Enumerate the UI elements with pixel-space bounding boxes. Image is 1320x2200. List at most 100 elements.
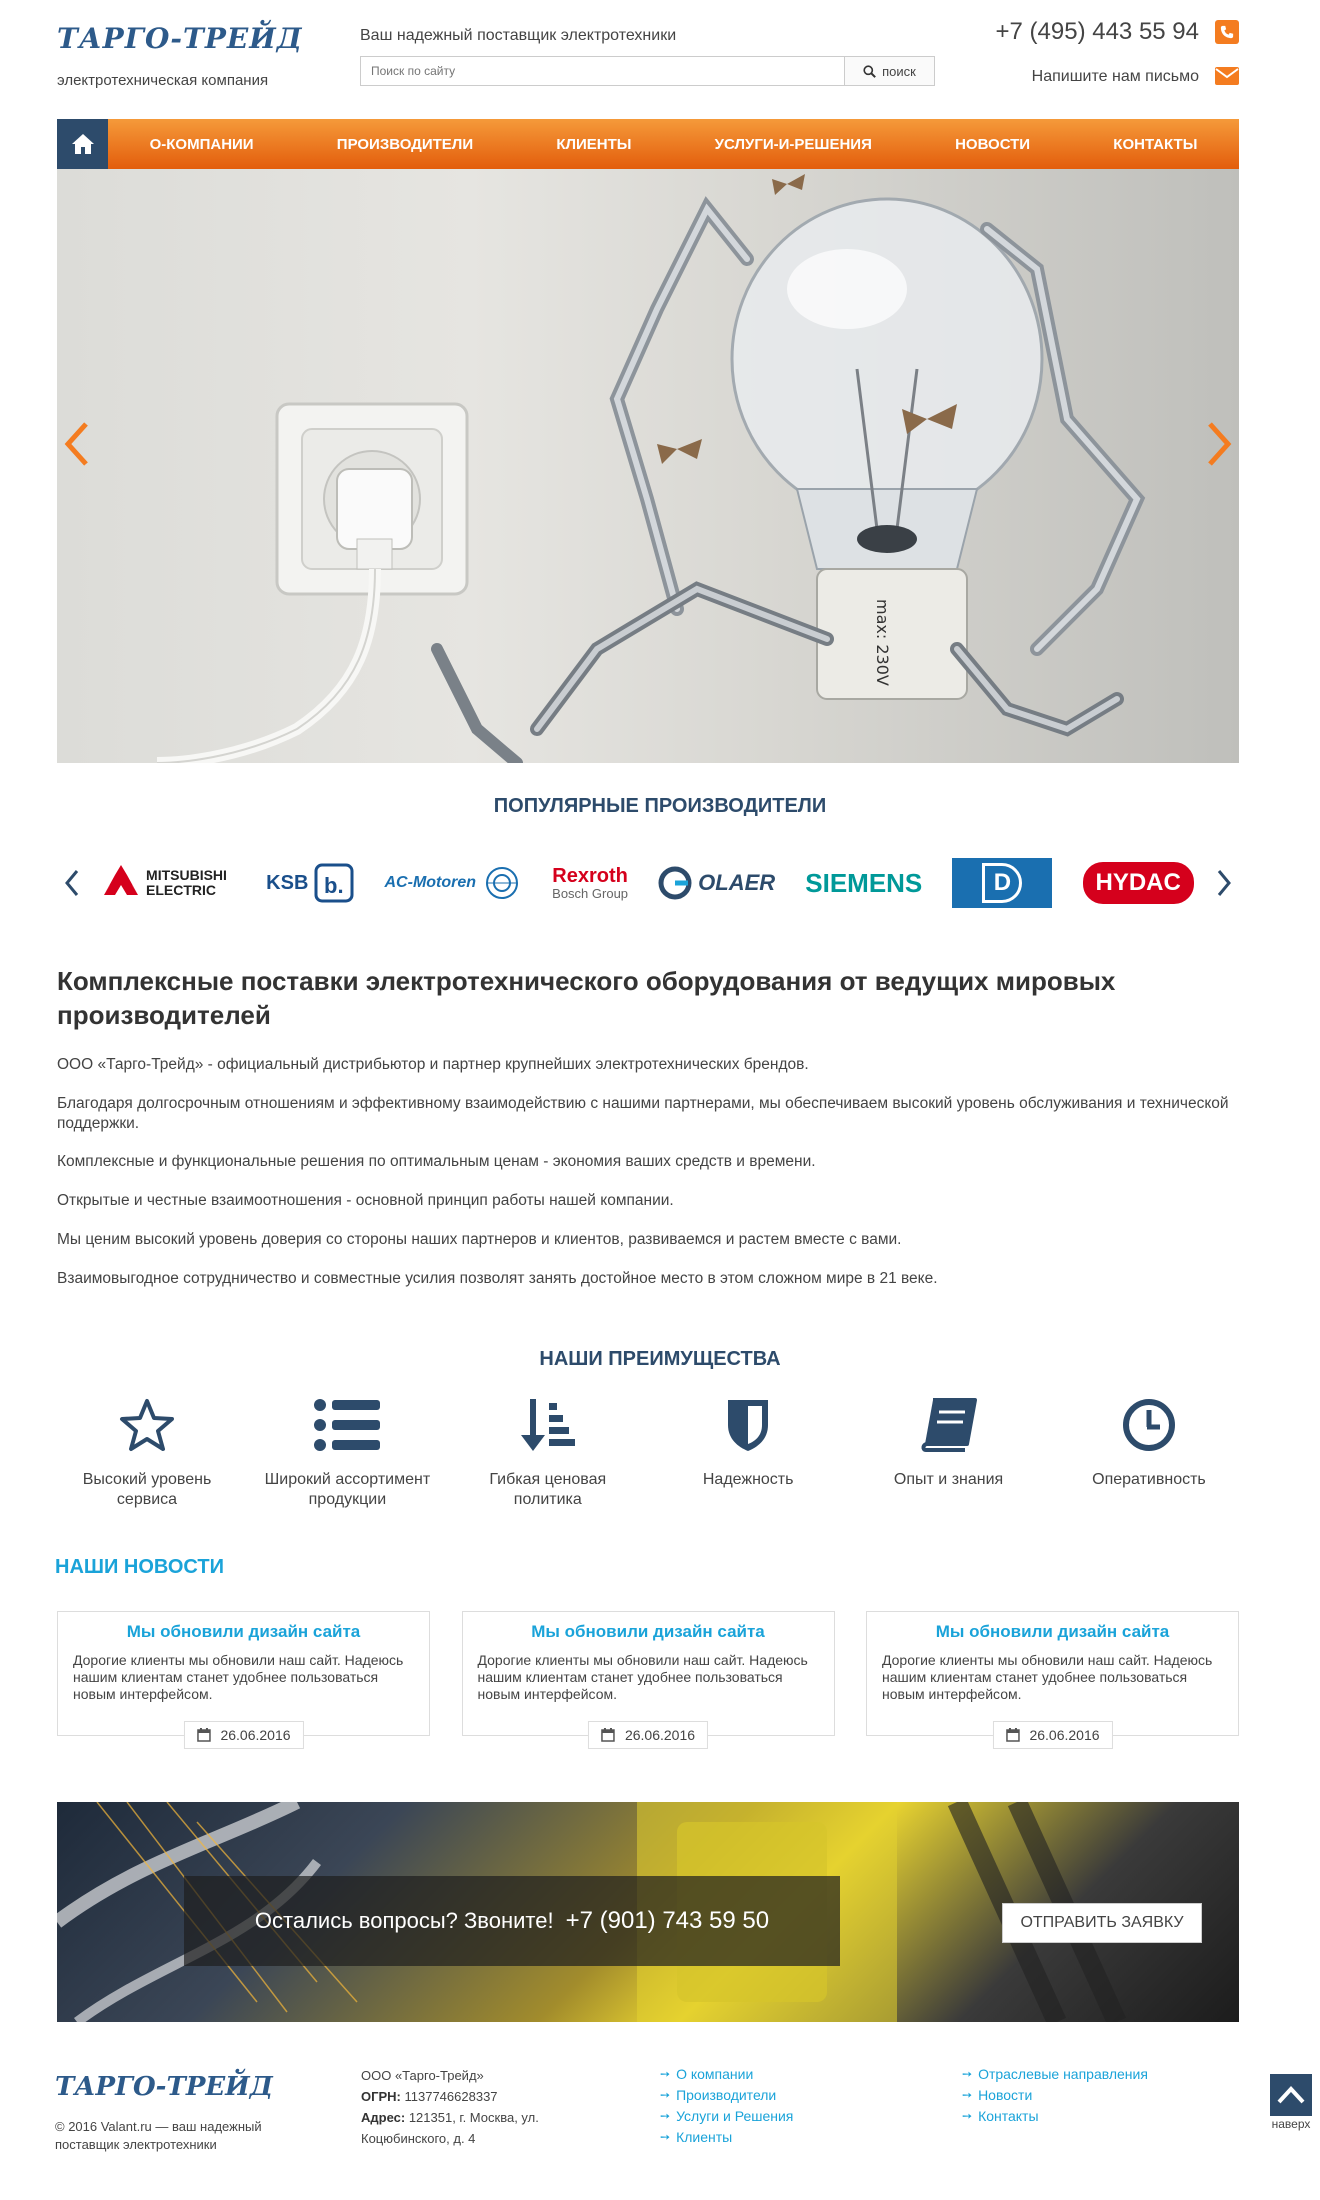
cta-banner: Остались вопросы? Звоните! +7 (901) 743 … <box>57 1802 1239 2022</box>
clock-icon <box>1122 1399 1175 1451</box>
footer-link-services[interactable]: Услуги и Решения <box>660 2106 793 2127</box>
brand-name: HYDAC <box>1095 869 1181 896</box>
nav-item-about[interactable]: О-КОМПАНИИ <box>150 136 254 153</box>
footer-logo[interactable]: ТАРГО-ТРЕЙД <box>55 2072 273 2102</box>
about-paragraph: Благодаря долгосрочным отношениям и эффе… <box>57 1095 1229 1132</box>
chevron-up-icon <box>1277 2086 1305 2104</box>
book-icon <box>921 1398 977 1452</box>
brand-list: MITSUBISHI ELECTRIC KSB b. AC-Motoren Re… <box>87 858 1209 908</box>
brand-name: Rexroth <box>552 864 628 887</box>
address-label: Адрес: <box>361 2110 406 2125</box>
advantage-item: Высокий уровень сервиса <box>57 1395 237 1510</box>
brand-name: OLAER <box>698 870 776 895</box>
news-card[interactable]: Мы обновили дизайн сайта Дорогие клиенты… <box>461 1611 835 1749</box>
news-card-title[interactable]: Мы обновили дизайн сайта <box>882 1622 1223 1642</box>
brands-prev-button[interactable] <box>57 869 87 897</box>
scroll-to-top-button[interactable] <box>1270 2074 1312 2116</box>
advantage-item: Гибкая ценовая политика <box>458 1395 638 1510</box>
brands-next-button[interactable] <box>1209 869 1239 897</box>
about-paragraph: Мы ценим высокий уровень доверия со стор… <box>57 1231 902 1248</box>
cta-phone[interactable]: +7 (901) 743 59 50 <box>566 1907 770 1935</box>
chevron-left-icon <box>65 870 79 896</box>
footer-company-info: ООО «Тарго-Трейд» ОГРН: 1137746628337 Ад… <box>361 2065 581 2149</box>
write-us-link[interactable]: Напишите нам письмо <box>1032 68 1199 86</box>
calendar-icon <box>601 1728 615 1742</box>
nav-items: О-КОМПАНИИ ПРОИЗВОДИТЕЛИ КЛИЕНТЫ УСЛУГИ-… <box>108 136 1239 153</box>
about-paragraph: Комплексные и функциональные решения по … <box>57 1153 816 1170</box>
hero-image: max: 230V <box>156 174 1146 763</box>
chevron-left-icon <box>64 422 88 466</box>
motor-icon <box>486 867 519 899</box>
advantages-title: НАШИ ПРЕИМУЩЕСТВА <box>539 1348 781 1370</box>
search-input[interactable] <box>361 57 844 85</box>
sort-icon <box>520 1399 575 1451</box>
about-title: Комплексные поставки электротехнического… <box>57 966 1116 1030</box>
brand-hydac[interactable]: HYDAC <box>1082 862 1194 904</box>
slider-prev-button[interactable] <box>57 414 97 474</box>
nav-item-services[interactable]: УСЛУГИ-И-РЕШЕНИЯ <box>715 136 872 153</box>
manufacturers-title: ПОПУЛЯРНЫЕ ПРОИЗВОДИТЕЛИ <box>493 795 827 817</box>
logo-subtitle: электротехническая компания <box>57 72 269 89</box>
news-card-title[interactable]: Мы обновили дизайн сайта <box>73 1622 414 1642</box>
footer-link-manufacturers[interactable]: Производители <box>660 2085 793 2106</box>
advantage-item: Надежность <box>658 1395 838 1510</box>
news-card-text: Дорогие клиенты мы обновили наш сайт. На… <box>882 1652 1213 1702</box>
mail-icon[interactable] <box>1215 64 1239 88</box>
nav-item-news[interactable]: НОВОСТИ <box>955 136 1030 153</box>
about-paragraph: Открытые и честные взаимоотношения - осн… <box>57 1192 674 1209</box>
send-request-button[interactable]: ОТПРАВИТЬ ЗАЯВКУ <box>1002 1903 1202 1943</box>
slider-next-button[interactable] <box>1199 414 1239 474</box>
brand-name: MITSUBISHI ELECTRIC <box>146 867 227 898</box>
cta-box: Остались вопросы? Звоните! +7 (901) 743 … <box>184 1876 840 1966</box>
advantage-label: Оперативность <box>1092 1471 1206 1488</box>
brand-ac-motoren[interactable]: AC-Motoren <box>385 865 523 901</box>
ksb-logo-icon: b. <box>314 863 354 903</box>
advantage-item: Широкий ассортимент продукции <box>257 1395 437 1510</box>
olaer-logo-icon <box>658 866 692 900</box>
news-card[interactable]: Мы обновили дизайн сайта Дорогие клиенты… <box>57 1611 430 1749</box>
nav-item-contacts[interactable]: КОНТАКТЫ <box>1113 136 1197 153</box>
brand-d[interactable]: D <box>952 858 1053 908</box>
advantage-label: Высокий уровень сервиса <box>82 1471 212 1508</box>
brand-ksb[interactable]: KSB b. <box>266 863 354 903</box>
footer-link-industries[interactable]: Отраслевые направления <box>962 2064 1148 2085</box>
brand-olaer[interactable]: OLAER <box>658 866 775 900</box>
advantage-label: Надежность <box>702 1471 794 1488</box>
home-button[interactable] <box>57 119 108 169</box>
chevron-right-icon <box>1217 870 1231 896</box>
footer-link-clients[interactable]: Клиенты <box>660 2127 793 2148</box>
search-icon <box>863 64 877 78</box>
brand-rexroth[interactable]: Rexroth Bosch Group <box>552 866 628 901</box>
footer-copyright: © 2016 Valant.ru — ваш надежный поставщи… <box>55 2119 262 2152</box>
calendar-icon <box>1005 1728 1020 1742</box>
header-phone[interactable]: +7 (495) 443 55 94 <box>996 18 1200 46</box>
advantages-list: Высокий уровень сервиса Широкий ассортим… <box>57 1395 1239 1510</box>
header: ТАРГО-ТРЕЙД электротехническая компания … <box>57 0 1239 118</box>
news-date: 26.06.2016 <box>992 1721 1113 1749</box>
shield-icon <box>728 1400 769 1451</box>
nav-item-manufacturers[interactable]: ПРОИЗВОДИТЕЛИ <box>337 136 473 153</box>
search-button[interactable]: поиск <box>844 57 934 85</box>
news-list: Мы обновили дизайн сайта Дорогие клиенты… <box>57 1611 1239 1749</box>
news-date-text: 26.06.2016 <box>220 1727 291 1743</box>
footer-link-news[interactable]: Новости <box>962 2085 1148 2106</box>
footer-link-contacts[interactable]: Контакты <box>962 2106 1148 2127</box>
brand-siemens[interactable]: SIEMENS <box>805 868 922 899</box>
ogrn-value: 1137746628337 <box>404 2089 498 2104</box>
calendar-icon <box>196 1728 211 1742</box>
nav-item-clients[interactable]: КЛИЕНТЫ <box>556 136 631 153</box>
mitsubishi-logo-icon <box>104 865 139 895</box>
footer-link-about[interactable]: О компании <box>660 2064 793 2085</box>
news-date: 26.06.2016 <box>587 1721 709 1749</box>
svg-text:b.: b. <box>324 873 344 898</box>
advantage-label: Широкий ассортимент продукции <box>264 1471 431 1508</box>
news-card-title[interactable]: Мы обновили дизайн сайта <box>478 1622 819 1642</box>
brand-mitsubishi[interactable]: MITSUBISHI ELECTRIC <box>102 865 236 901</box>
hero-slider: max: 230V <box>57 169 1239 763</box>
logo[interactable]: ТАРГО-ТРЕЙД <box>57 22 303 55</box>
brand-name: AC-Motoren <box>384 874 477 891</box>
brand-subname: Bosch Group <box>552 885 629 901</box>
about-paragraph: ООО «Тарго-Трейд» - официальный дистрибь… <box>57 1056 809 1073</box>
news-card[interactable]: Мы обновили дизайн сайта Дорогие клиенты… <box>866 1611 1239 1749</box>
about-paragraph: Взаимовыгодное сотрудничество и совместн… <box>57 1270 938 1287</box>
